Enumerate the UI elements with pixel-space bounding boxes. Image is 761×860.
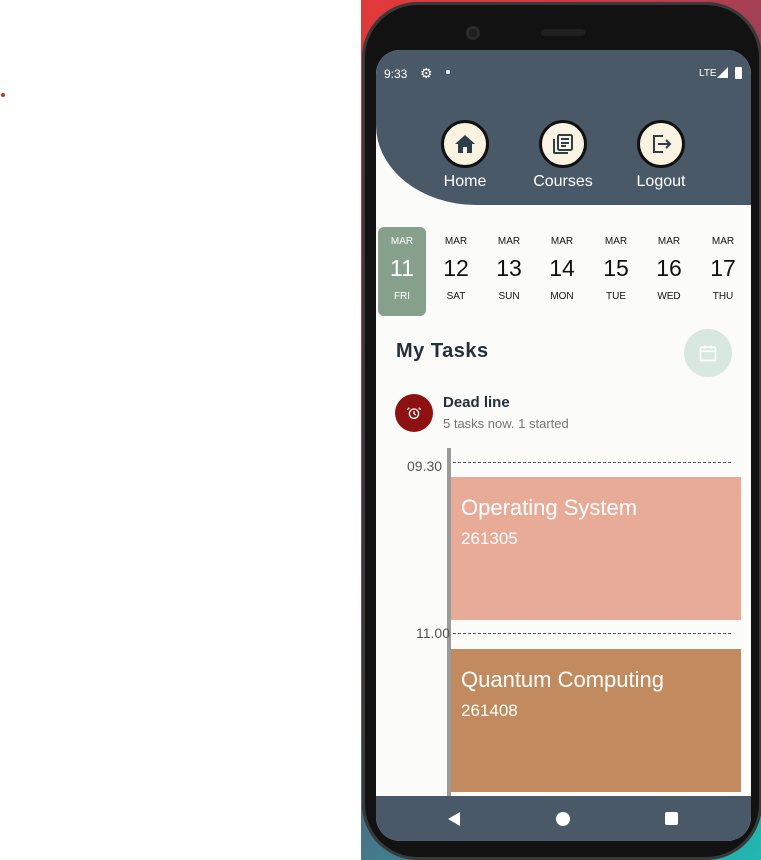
calendar-month: MAR bbox=[657, 236, 681, 247]
status-time: 9:33 bbox=[384, 67, 408, 81]
time-divider bbox=[453, 633, 731, 634]
courses-icon bbox=[539, 120, 587, 168]
calendar-month: MAR bbox=[711, 236, 735, 247]
stray-dot bbox=[1, 93, 5, 97]
calendar-weekday: WED bbox=[657, 291, 681, 302]
event-card[interactable]: Operating System 261305 bbox=[451, 477, 741, 620]
calendar-weekday: FRI bbox=[393, 291, 411, 302]
calendar-button[interactable] bbox=[684, 329, 732, 377]
camera-icon bbox=[466, 26, 480, 40]
settings-gear-icon: ⚙ bbox=[420, 65, 433, 81]
calendar-icon bbox=[699, 345, 717, 362]
logout-icon bbox=[637, 120, 685, 168]
system-navigation-bar bbox=[376, 796, 751, 841]
earpiece-speaker bbox=[541, 29, 585, 36]
home-circle-icon[interactable] bbox=[556, 812, 570, 826]
event-title: Quantum Computing bbox=[461, 667, 664, 692]
section-title: My Tasks bbox=[396, 340, 489, 362]
calendar-date: 16 bbox=[656, 255, 682, 281]
calendar-date: 11 bbox=[390, 255, 414, 281]
calendar-month: MAR bbox=[444, 236, 468, 247]
battery-icon bbox=[735, 67, 742, 79]
calendar-date: 15 bbox=[603, 255, 629, 281]
calendar-day[interactable]: MAR 14 MON bbox=[538, 227, 586, 316]
calendar-weekday: THU bbox=[712, 291, 734, 302]
calendar-day[interactable]: MAR 13 SUN bbox=[485, 227, 533, 316]
time-label: 11.00 bbox=[416, 625, 450, 641]
calendar-day-selected[interactable]: MAR 11 FRI bbox=[378, 227, 426, 316]
alarm-clock-icon bbox=[395, 394, 433, 432]
calendar-weekday: SAT bbox=[446, 291, 466, 302]
deadline-title: Dead line bbox=[443, 394, 510, 411]
calendar-day[interactable]: MAR 15 TUE bbox=[592, 227, 640, 316]
nav-logout-button[interactable]: Logout bbox=[621, 120, 701, 191]
calendar-weekday: SUN bbox=[498, 291, 520, 302]
calendar-date: 14 bbox=[549, 255, 575, 281]
time-divider bbox=[453, 462, 731, 463]
calendar-weekday: MON bbox=[550, 291, 574, 302]
calendar-day[interactable]: MAR 16 WED bbox=[645, 227, 693, 316]
calendar-month: MAR bbox=[390, 236, 414, 247]
calendar-date: 12 bbox=[443, 255, 469, 281]
home-icon bbox=[441, 120, 489, 168]
recent-apps-icon[interactable] bbox=[665, 812, 678, 825]
nav-home-label: Home bbox=[443, 173, 487, 190]
calendar-day[interactable]: MAR 12 SAT bbox=[432, 227, 480, 316]
event-title: Operating System bbox=[461, 495, 638, 520]
signal-icon bbox=[717, 67, 728, 78]
calendar-date: 17 bbox=[710, 255, 736, 281]
notification-dot-icon bbox=[446, 70, 450, 74]
deadline-summary: 5 tasks now. 1 started bbox=[443, 416, 569, 431]
calendar-month: MAR bbox=[497, 236, 521, 247]
event-card[interactable]: Quantum Computing 261408 bbox=[451, 649, 741, 792]
status-bar: 9:33 ⚙ LTE bbox=[376, 50, 751, 96]
event-course-code: 261408 bbox=[461, 701, 518, 720]
app-screen: 9:33 ⚙ LTE Home Courses Logout MAR 11 FR… bbox=[376, 50, 751, 841]
calendar-day[interactable]: MAR 17 THU bbox=[699, 227, 747, 316]
nav-courses-button[interactable]: Courses bbox=[523, 120, 603, 191]
nav-courses-label: Courses bbox=[533, 173, 593, 190]
back-icon[interactable] bbox=[448, 812, 460, 826]
calendar-month: MAR bbox=[550, 236, 574, 247]
calendar-date: 13 bbox=[496, 255, 522, 281]
nav-logout-label: Logout bbox=[636, 173, 686, 190]
calendar-month: MAR bbox=[604, 236, 628, 247]
network-type: LTE bbox=[699, 68, 717, 79]
time-label: 09.30 bbox=[407, 458, 443, 474]
event-course-code: 261305 bbox=[461, 529, 518, 548]
calendar-weekday: TUE bbox=[606, 291, 626, 302]
nav-home-button[interactable]: Home bbox=[425, 120, 505, 191]
